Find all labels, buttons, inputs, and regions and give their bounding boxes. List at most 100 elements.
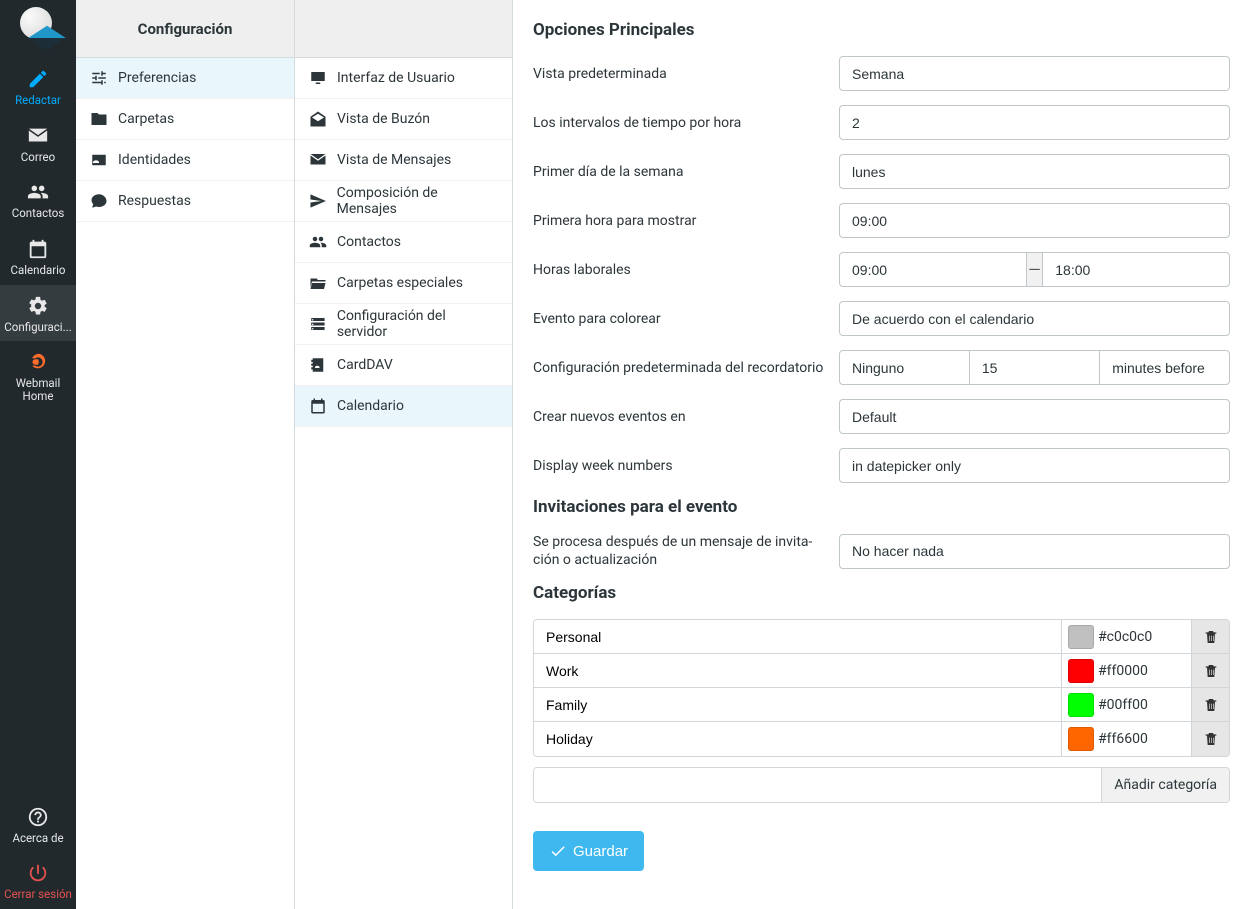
section-special-folders[interactable]: Carpetas especiales xyxy=(295,263,512,304)
workhours-start-select[interactable] xyxy=(839,252,1027,287)
section-carddav[interactable]: CardDAV xyxy=(295,345,512,386)
settings-nav-preferences[interactable]: Preferencias xyxy=(76,58,294,99)
category-row: #00ff00 xyxy=(534,688,1229,722)
send-icon xyxy=(309,192,327,210)
settings-nav-identities-label: Identidades xyxy=(118,152,191,168)
category-delete-button[interactable] xyxy=(1191,620,1229,653)
section-special-folders-label: Carpetas especiales xyxy=(337,275,463,291)
trash-icon xyxy=(1203,629,1219,645)
preferences-sections-header xyxy=(295,0,512,58)
nav-webmail-home-label: Webmail Home xyxy=(2,377,74,402)
category-delete-button[interactable] xyxy=(1191,654,1229,687)
section-contacts[interactable]: Contactos xyxy=(295,222,512,263)
settings-nav-header: Configuración xyxy=(76,0,294,58)
section-server[interactable]: Configuración del servidor xyxy=(295,304,512,345)
category-color-swatch[interactable] xyxy=(1068,625,1094,649)
mail-icon xyxy=(27,125,49,147)
sliders-icon xyxy=(90,69,108,87)
section-compose-label: Composición de Mensajes xyxy=(337,185,498,217)
nav-settings[interactable]: Configuraci... xyxy=(0,285,76,342)
reminder-amount-input[interactable] xyxy=(970,350,1099,385)
calendar-icon xyxy=(27,238,49,260)
afterinvite-select[interactable] xyxy=(839,534,1230,569)
firsthour-select[interactable] xyxy=(839,203,1230,238)
add-category-button[interactable]: Añadir categoría xyxy=(1101,768,1229,802)
section-calendar-label: Calendario xyxy=(337,398,404,414)
section-user-interface[interactable]: Interfaz de Usuario xyxy=(295,58,512,99)
settings-nav-responses[interactable]: Respuestas xyxy=(76,181,294,222)
add-category-row: Añadir categoría xyxy=(533,767,1230,803)
folder-icon xyxy=(90,110,108,128)
section-user-interface-label: Interfaz de Usuario xyxy=(337,70,455,86)
calendar-small-icon xyxy=(309,397,327,415)
nav-about-label: Acerca de xyxy=(12,832,63,845)
category-color-swatch[interactable] xyxy=(1068,659,1094,683)
reminder-type-select[interactable] xyxy=(839,350,970,385)
category-hex-value: #ff6600 xyxy=(1098,731,1148,747)
timeslots-select[interactable] xyxy=(839,105,1230,140)
nav-mail-label: Correo xyxy=(21,151,55,164)
section-calendar[interactable]: Calendario xyxy=(295,386,512,427)
new-category-input[interactable] xyxy=(534,768,1101,802)
category-row: #c0c0c0 xyxy=(534,620,1229,654)
nav-mail[interactable]: Correo xyxy=(0,115,76,172)
nav-logout[interactable]: Cerrar sesión xyxy=(0,852,76,909)
newevents-select[interactable] xyxy=(839,399,1230,434)
section-compose[interactable]: Composición de Mensajes xyxy=(295,181,512,222)
nav-calendar[interactable]: Calendario xyxy=(0,228,76,285)
default-view-select[interactable] xyxy=(839,56,1230,91)
question-icon xyxy=(27,806,49,828)
contacts-icon xyxy=(27,181,49,203)
category-hex-value: #c0c0c0 xyxy=(1098,629,1152,645)
main-options-heading: Opciones Principales xyxy=(533,20,1230,40)
monitor-icon xyxy=(309,69,327,87)
weeknums-label: Display week numbers xyxy=(533,458,831,474)
category-name-input[interactable] xyxy=(534,654,1061,687)
section-carddav-label: CardDAV xyxy=(337,357,393,373)
settings-nav-identities[interactable]: Identidades xyxy=(76,140,294,181)
section-messages-view-label: Vista de Mensajes xyxy=(337,152,451,168)
nav-webmail-home[interactable]: Webmail Home xyxy=(0,341,76,410)
workhours-end-select[interactable] xyxy=(1042,252,1230,287)
section-messages-view[interactable]: Vista de Mensajes xyxy=(295,140,512,181)
coloring-select[interactable] xyxy=(839,301,1230,336)
server-icon xyxy=(309,315,327,333)
settings-nav-folders-label: Carpetas xyxy=(118,111,174,127)
nav-compose-label: Redactar xyxy=(15,94,61,107)
nav-settings-label: Configuraci... xyxy=(4,321,71,334)
id-card-icon xyxy=(90,151,108,169)
firstday-select[interactable] xyxy=(839,154,1230,189)
save-button-label: Guardar xyxy=(573,843,628,860)
app-logo xyxy=(0,0,76,58)
reminder-label: Configuración predeterminada del recorda… xyxy=(533,360,831,376)
settings-nav-preferences-label: Preferencias xyxy=(118,70,196,86)
firstday-label: Primer día de la semana xyxy=(533,164,831,180)
category-delete-button[interactable] xyxy=(1191,722,1229,756)
reminder-unit-select[interactable] xyxy=(1099,350,1230,385)
category-row: #ff0000 xyxy=(534,654,1229,688)
nav-compose[interactable]: Redactar xyxy=(0,58,76,115)
afterinvite-label: Se procesa después de un mensaje de invi… xyxy=(533,533,831,569)
category-name-input[interactable] xyxy=(534,688,1061,721)
categories-heading: Categorías xyxy=(533,583,1230,603)
save-button[interactable]: Guardar xyxy=(533,831,644,871)
settings-nav-folders[interactable]: Carpetas xyxy=(76,99,294,140)
weeknums-select[interactable] xyxy=(839,448,1230,483)
default-view-label: Vista predeterminada xyxy=(533,66,831,82)
nav-contacts[interactable]: Contactos xyxy=(0,171,76,228)
folder-open-icon xyxy=(309,274,327,292)
category-row: #ff6600 xyxy=(534,722,1229,756)
category-delete-button[interactable] xyxy=(1191,688,1229,721)
section-mailbox-view[interactable]: Vista de Buzón xyxy=(295,99,512,140)
category-name-input[interactable] xyxy=(534,722,1061,756)
settings-nav-column: Configuración Preferencias Carpetas Iden… xyxy=(76,0,295,909)
app-sidebar: Redactar Correo Contactos Calendario Con… xyxy=(0,0,76,909)
category-color-swatch[interactable] xyxy=(1068,727,1094,751)
nav-contacts-label: Contactos xyxy=(12,207,65,220)
category-name-input[interactable] xyxy=(534,620,1061,653)
category-color-swatch[interactable] xyxy=(1068,693,1094,717)
nav-about[interactable]: Acerca de xyxy=(0,796,76,853)
nav-calendar-label: Calendario xyxy=(11,264,66,277)
section-server-label: Configuración del servidor xyxy=(337,308,498,340)
check-icon xyxy=(549,842,567,860)
